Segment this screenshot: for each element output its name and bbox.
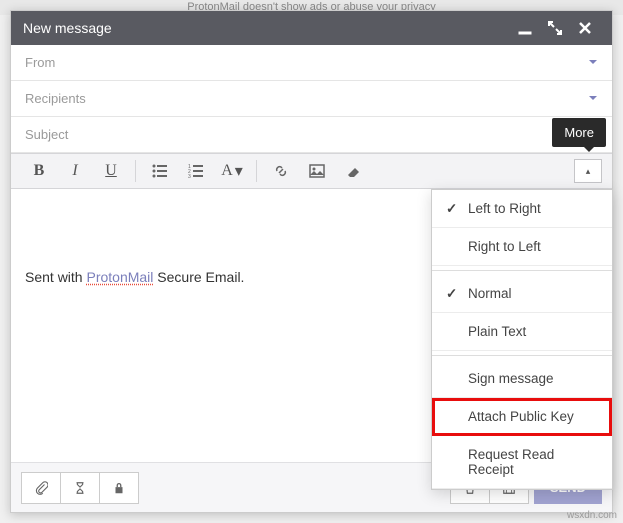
italic-glyph: I xyxy=(72,162,77,180)
encryption-button[interactable] xyxy=(99,472,139,504)
eraser-button[interactable] xyxy=(335,157,371,185)
image-button[interactable] xyxy=(299,157,335,185)
ordered-list-button[interactable]: 123 xyxy=(178,157,214,185)
italic-button[interactable]: I xyxy=(57,157,93,185)
menu-item-sign-message[interactable]: Sign message xyxy=(432,360,612,398)
recipients-field[interactable]: Recipients xyxy=(11,81,612,117)
close-button[interactable] xyxy=(570,13,600,43)
minimize-icon xyxy=(518,21,532,35)
more-dropdown: Left to Right Right to Left Normal Plain… xyxy=(431,189,613,490)
more-toggle-button[interactable]: ▴ xyxy=(574,159,602,183)
eraser-icon xyxy=(345,163,361,179)
from-label: From xyxy=(25,55,588,70)
expand-icon xyxy=(548,21,562,35)
minimize-button[interactable] xyxy=(510,13,540,43)
protonmail-link[interactable]: ProtonMail xyxy=(86,269,153,285)
caret-up-icon: ▴ xyxy=(586,166,591,177)
underline-button[interactable]: U xyxy=(93,157,129,185)
underline-glyph: U xyxy=(105,162,117,180)
menu-item-rtl[interactable]: Right to Left xyxy=(432,228,612,266)
chevron-down-icon xyxy=(588,91,598,106)
hourglass-icon xyxy=(73,481,87,495)
bold-glyph: B xyxy=(34,162,45,180)
compose-window: New message From Recipients Subject More… xyxy=(10,10,613,513)
link-icon xyxy=(273,163,289,179)
expand-button[interactable] xyxy=(540,13,570,43)
more-tooltip: More xyxy=(552,118,606,147)
link-button[interactable] xyxy=(263,157,299,185)
recipients-label: Recipients xyxy=(25,91,588,106)
menu-item-attach-public-key[interactable]: Attach Public Key xyxy=(432,398,612,436)
list-ul-icon xyxy=(152,163,168,179)
expiration-button[interactable] xyxy=(60,472,100,504)
menu-item-read-receipt[interactable]: Request Read Receipt xyxy=(432,436,612,489)
subject-field[interactable]: Subject xyxy=(11,117,612,153)
font-button[interactable]: A▾ xyxy=(214,157,250,185)
chevron-down-icon xyxy=(588,55,598,70)
from-field[interactable]: From xyxy=(11,45,612,81)
attach-button[interactable] xyxy=(21,472,61,504)
close-icon xyxy=(578,21,592,35)
titlebar: New message xyxy=(11,11,612,45)
toolbar-separator xyxy=(256,160,257,182)
window-title: New message xyxy=(23,20,510,36)
lock-icon xyxy=(112,481,126,495)
message-body[interactable]: Sent with ProtonMail Secure Email. Left … xyxy=(11,189,612,462)
image-icon xyxy=(309,163,325,179)
subject-placeholder: Subject xyxy=(25,127,598,142)
svg-text:3: 3 xyxy=(188,174,191,179)
toolbar-separator xyxy=(135,160,136,182)
watermark: wsxdn.com xyxy=(567,510,617,521)
menu-item-plain-text[interactable]: Plain Text xyxy=(432,313,612,351)
unordered-list-button[interactable] xyxy=(142,157,178,185)
menu-item-ltr[interactable]: Left to Right xyxy=(432,190,612,228)
menu-separator xyxy=(432,355,612,356)
menu-item-normal[interactable]: Normal xyxy=(432,275,612,313)
bold-button[interactable]: B xyxy=(21,157,57,185)
list-ol-icon: 123 xyxy=(188,163,204,179)
paperclip-icon xyxy=(34,481,48,495)
font-glyph: A xyxy=(221,162,233,180)
caret-down-icon: ▾ xyxy=(235,161,243,181)
format-toolbar: More B I U 123 A▾ ▴ xyxy=(11,153,612,189)
menu-separator xyxy=(432,270,612,271)
